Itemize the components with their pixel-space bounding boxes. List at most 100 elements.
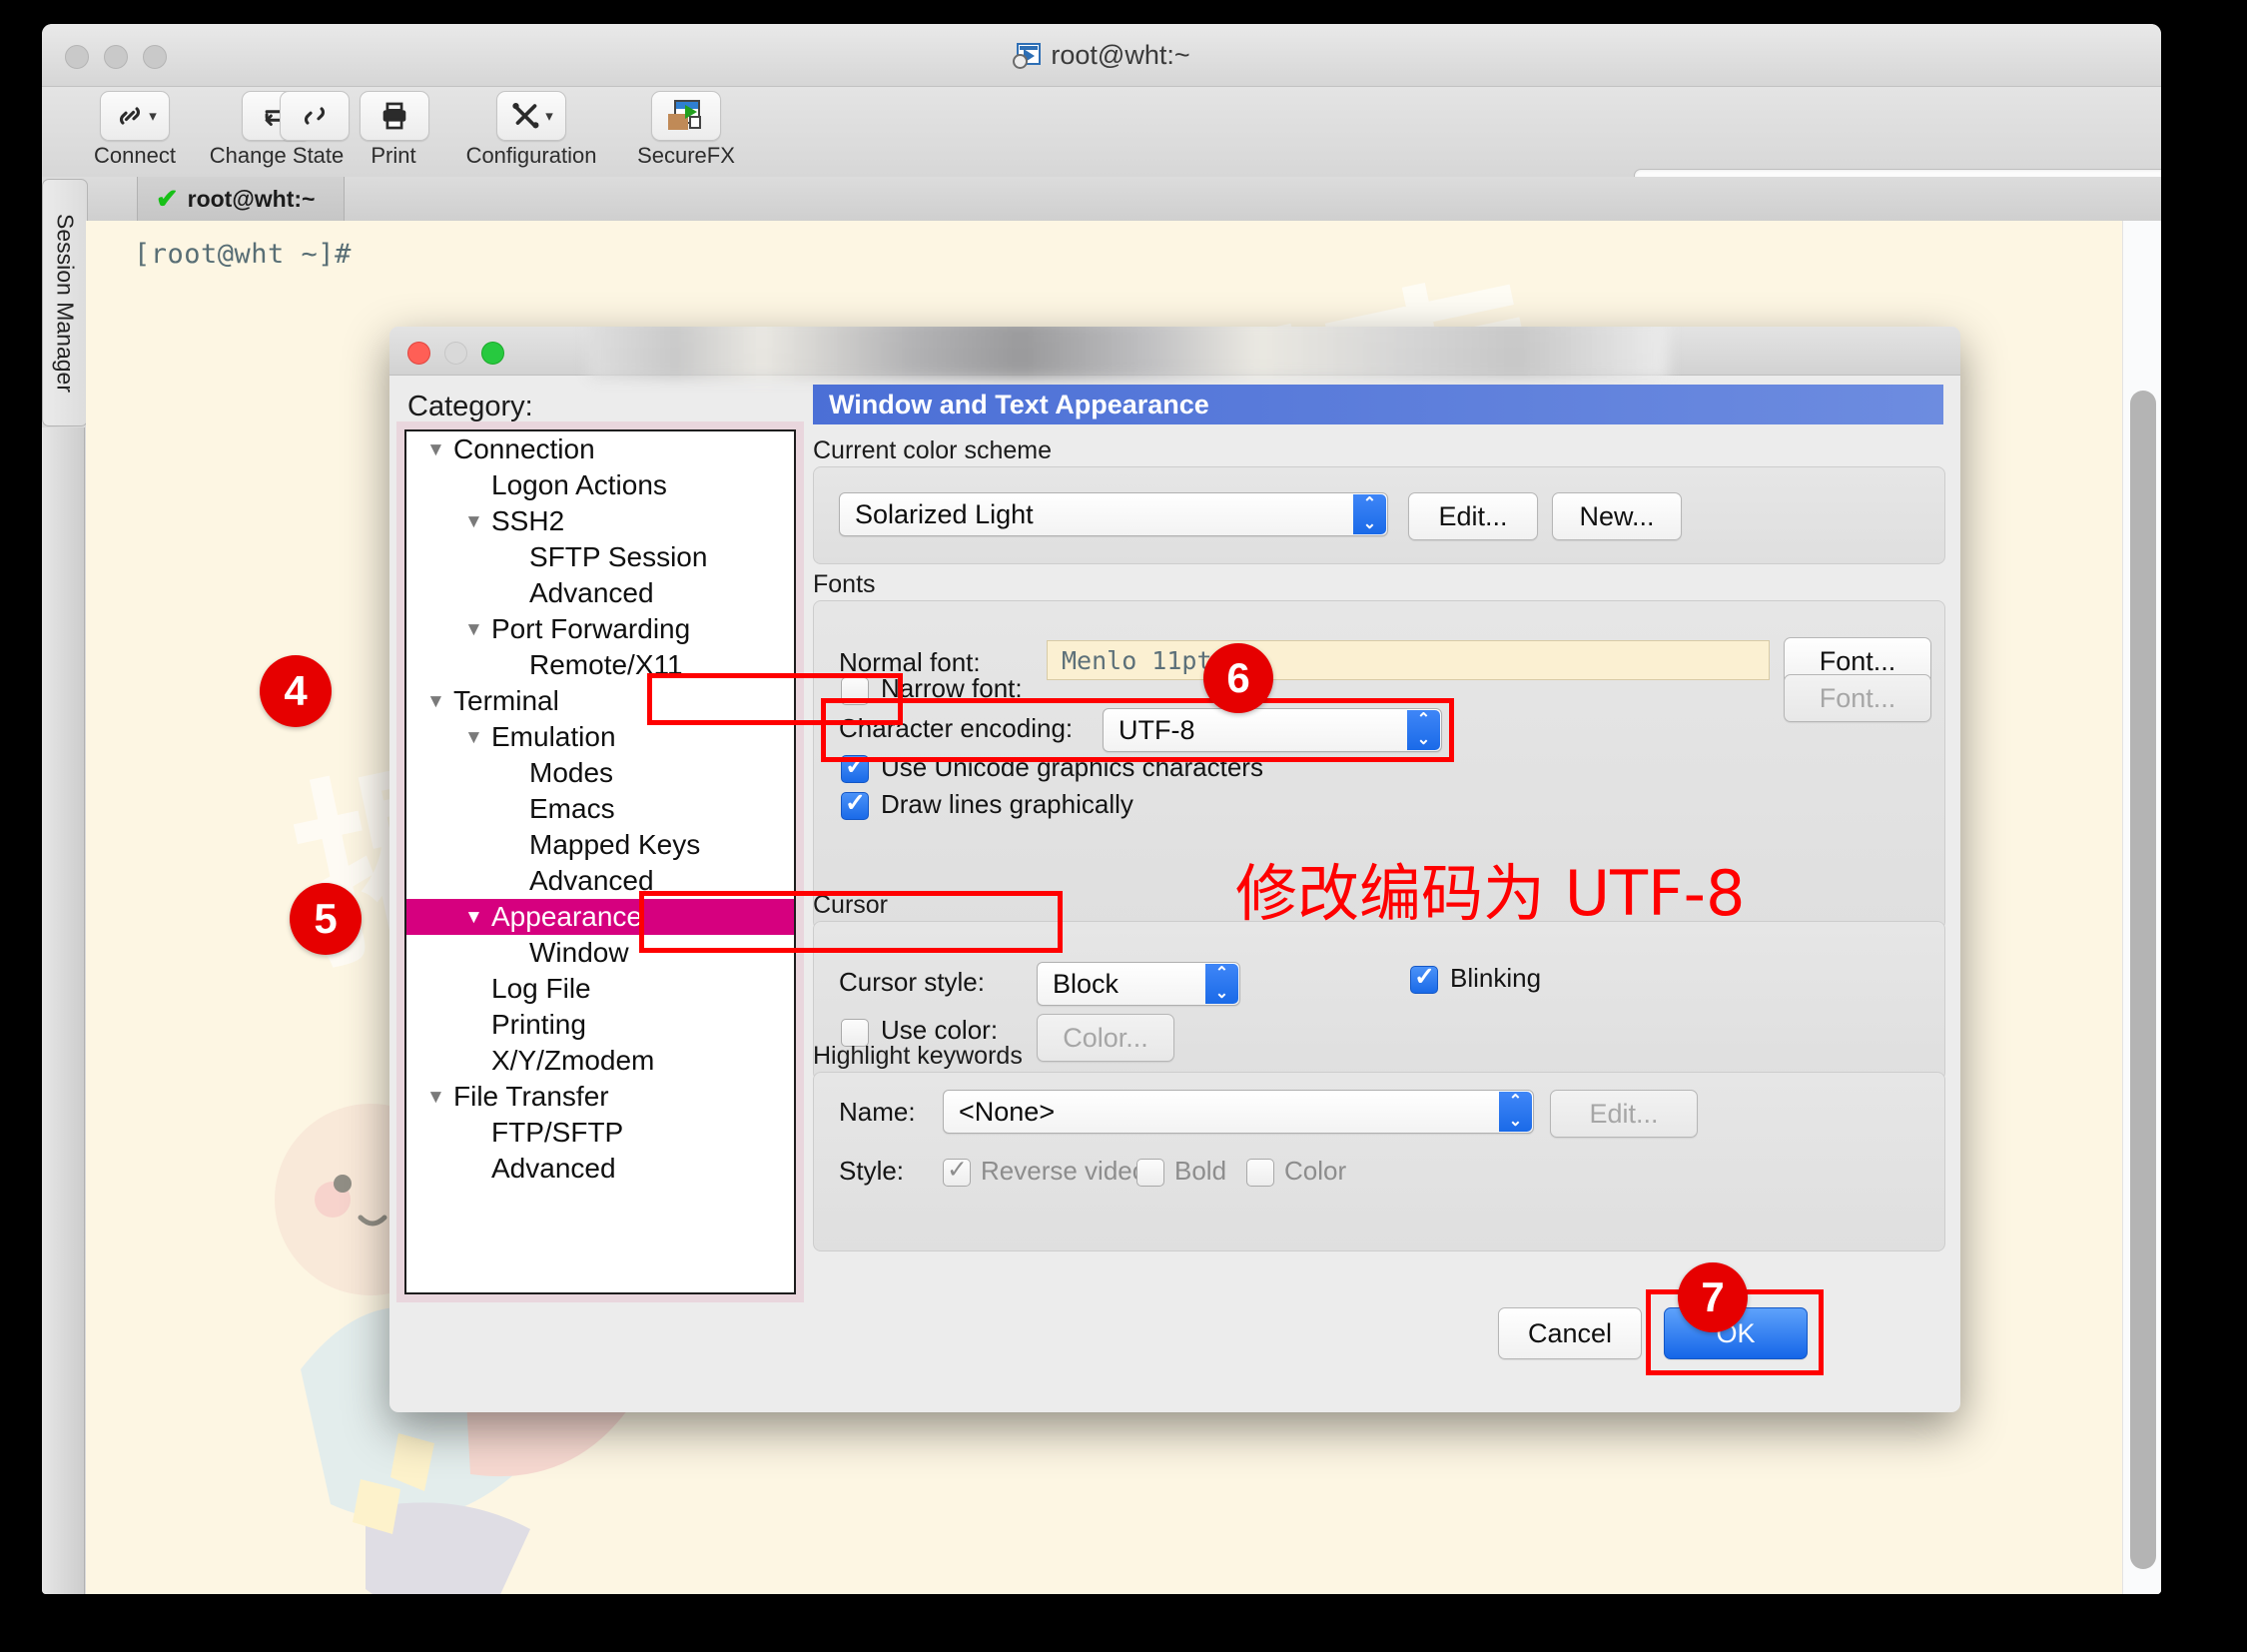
tree-row-advanced[interactable]: Advanced [406, 1151, 794, 1187]
tree-row-label: Logon Actions [491, 469, 667, 500]
tree-row-x-y-zmodem[interactable]: X/Y/Zmodem [406, 1043, 794, 1079]
tree-row-appearance[interactable]: ▼ Appearance [406, 899, 794, 935]
dialog-close-button[interactable] [407, 342, 430, 365]
tree-row-label: Advanced [529, 865, 654, 896]
tree-row-label: SSH2 [491, 505, 565, 536]
cursor-style-select[interactable]: Block ⌃ ⌄ [1037, 962, 1240, 1006]
toolbar-securefx[interactable]: SecureFX [611, 91, 761, 169]
securecrt-main-window: root@wht:~ ▾ Connect Change State Print … [42, 24, 2161, 1594]
session-manager-rail [42, 427, 85, 1594]
screenshot-root: root@wht:~ ▾ Connect Change State Print … [0, 0, 2247, 1652]
connect-button[interactable]: ▾ [100, 91, 170, 141]
toolbar-connect[interactable]: ▾ Connect [90, 91, 180, 169]
tree-row-ssh2[interactable]: ▼ SSH2 [406, 503, 794, 539]
stepper-icon[interactable]: ⌃ ⌄ [1499, 1092, 1532, 1132]
tree-row-modes[interactable]: Modes [406, 755, 794, 791]
tree-row-printing[interactable]: Printing [406, 1007, 794, 1043]
disclosure-triangle-icon[interactable]: ▼ [426, 692, 445, 711]
tree-row-label: Emacs [529, 793, 615, 824]
tree-row-label: Advanced [529, 577, 654, 608]
tree-row-terminal[interactable]: ▼ Terminal [406, 683, 794, 719]
toolbar-configuration[interactable]: ▾ Configuration [441, 91, 621, 169]
green-check-icon: ✔ [156, 183, 179, 214]
color-scheme-select[interactable]: Solarized Light ⌃ ⌄ [839, 492, 1388, 536]
toolbar-disconnect[interactable] [280, 91, 350, 143]
printer-icon [382, 102, 406, 130]
securefx-button[interactable] [651, 91, 721, 141]
tree-row-label: SFTP Session [529, 541, 708, 572]
disclosure-triangle-icon[interactable]: ▼ [426, 1088, 445, 1107]
stepper-icon[interactable]: ⌃ ⌄ [1407, 710, 1440, 750]
tree-row-file-transfer[interactable]: ▼ File Transfer [406, 1079, 794, 1115]
character-encoding-label: Character encoding: [839, 713, 1074, 743]
disconnect-button[interactable] [280, 91, 350, 141]
stepper-icon[interactable]: ⌃ ⌄ [1353, 494, 1386, 534]
tree-row-label: File Transfer [453, 1081, 609, 1112]
window-titlebar: root@wht:~ [42, 24, 2161, 87]
terminal-scrollbar-thumb[interactable] [2130, 391, 2156, 1569]
color-scheme-edit-button[interactable]: Edit... [1408, 492, 1538, 540]
tree-row-window[interactable]: Window [406, 935, 794, 971]
tree-row-ftp-sftp[interactable]: FTP/SFTP [406, 1115, 794, 1151]
tree-row-emulation[interactable]: ▼ Emulation [406, 719, 794, 755]
cursor-group-label: Cursor [813, 891, 889, 919]
window-title: root@wht:~ [42, 40, 2161, 71]
toolbar-configuration-label: Configuration [465, 143, 597, 168]
unicode-graphics-checkbox[interactable] [841, 751, 869, 783]
highlight-name-select[interactable]: <None> ⌃ ⌄ [943, 1090, 1534, 1134]
tree-row-advanced[interactable]: Advanced [406, 575, 794, 611]
stepper-icon[interactable]: ⌃ ⌄ [1205, 964, 1238, 1004]
tree-row-sftp-session[interactable]: SFTP Session [406, 539, 794, 575]
toolbar-print[interactable]: Print [360, 91, 429, 169]
dialog-titlebar [389, 327, 1960, 379]
badge-7: 7 [1678, 1262, 1748, 1332]
disclosure-triangle-icon[interactable]: ▼ [464, 728, 483, 747]
cursor-style-label: Cursor style: [839, 967, 985, 997]
tree-row-mapped-keys[interactable]: Mapped Keys [406, 827, 794, 863]
badge-4: 4 [260, 655, 332, 727]
toolbar-securefx-label: SecureFX [637, 143, 735, 168]
tree-row-connection[interactable]: ▼ Connection [406, 431, 794, 467]
category-label: Category: [407, 391, 533, 422]
category-tree[interactable]: ▼ Connection Logon Actions ▼ SSH2 SFTP Sessio… [404, 429, 796, 1294]
tree-row-label: Remote/X11 [529, 649, 683, 680]
terminal-scrollbar-track[interactable] [2122, 221, 2161, 1594]
tab-root-wht[interactable]: ✔ root@wht:~ [137, 177, 345, 221]
disclosure-triangle-icon[interactable]: ▼ [464, 908, 483, 927]
tree-row-label: Emulation [491, 721, 616, 752]
link-icon [120, 107, 141, 125]
tree-row-logon-actions[interactable]: Logon Actions [406, 467, 794, 503]
print-button[interactable] [360, 91, 429, 141]
normal-font-value[interactable]: Menlo 11pt [1047, 640, 1770, 680]
tree-row-port-forwarding[interactable]: ▼ Port Forwarding [406, 611, 794, 647]
disclosure-triangle-icon[interactable]: ▼ [464, 512, 483, 531]
configuration-button[interactable]: ▾ [496, 91, 566, 141]
tree-row-remote-x11[interactable]: Remote/X11 [406, 647, 794, 683]
disclosure-triangle-icon[interactable]: ▼ [464, 620, 483, 639]
tree-row-label: X/Y/Zmodem [491, 1045, 655, 1076]
toolbar-change-state-label: Change State [209, 143, 345, 168]
annotation-note: 修改编码为 UTF-8 [1235, 857, 1746, 930]
narrow-font-button: Font... [1784, 674, 1931, 722]
color-label: Color [1284, 1156, 1347, 1186]
narrow-font-checkbox[interactable] [841, 677, 869, 705]
chevron-down-icon: ▾ [149, 108, 157, 125]
character-encoding-select[interactable]: UTF-8 ⌃ ⌄ [1103, 708, 1442, 752]
main-toolbar: ▾ Connect Change State Print ▾ Configura… [42, 87, 2161, 241]
dialog-zoom-button[interactable] [481, 342, 504, 365]
tree-row-log-file[interactable]: Log File [406, 971, 794, 1007]
reverse-video-checkbox [943, 1155, 971, 1187]
bold-label: Bold [1174, 1156, 1227, 1186]
session-manager-tab[interactable]: Session Manager [42, 179, 88, 426]
terminal-prompt: [root@wht ~]# [134, 239, 352, 270]
draw-lines-checkbox[interactable] [841, 788, 869, 820]
color-scheme-new-button[interactable]: New... [1552, 492, 1682, 540]
blinking-checkbox[interactable] [1410, 962, 1438, 994]
tree-row-advanced[interactable]: Advanced [406, 863, 794, 899]
tree-row-label: Connection [453, 433, 595, 464]
tree-row-emacs[interactable]: Emacs [406, 791, 794, 827]
cancel-button[interactable]: Cancel [1498, 1307, 1642, 1359]
tree-row-label: Appearance [491, 901, 643, 932]
disclosure-triangle-icon[interactable]: ▼ [426, 440, 445, 459]
dialog-minimize-button[interactable] [444, 342, 467, 365]
